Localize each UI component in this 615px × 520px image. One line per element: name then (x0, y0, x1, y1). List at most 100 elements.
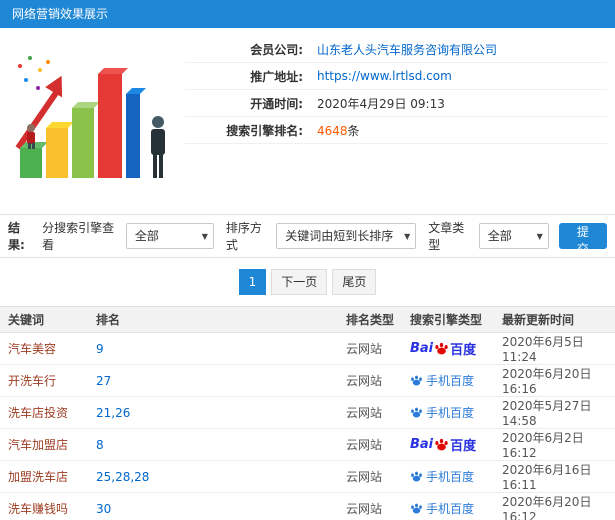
submit-button[interactable]: 提交 (558, 223, 607, 256)
table-row: 开洗车行 27 云网站 手机百度 2020年6月20日 16:16 (0, 364, 615, 397)
table-body: 汽车美容 9 云网站 Bai 百度 2020年6月5日 11:24 开洗车行 27 云网站 手机百… (0, 332, 615, 520)
update-time-cell: 2020年5月27日 14:58 (494, 396, 615, 429)
baidu-logo: Bai 百度 (410, 437, 477, 454)
keyword-cell: 汽车美容 (0, 332, 88, 365)
baidu-mobile-logo: 手机百度 (410, 500, 474, 517)
header-rank-type: 排名类型 (346, 313, 395, 327)
engine-select-value: 全部 (134, 229, 159, 243)
company-link[interactable]: 山东老人头汽车服务咨询有限公司 (317, 41, 497, 58)
sort-filter-label: 排序方式 (225, 221, 262, 252)
baidu-paw-icon (411, 407, 422, 418)
article-type-select[interactable]: 全部 ▼ (478, 223, 549, 249)
header-engine-type: 搜索引擎类型 (410, 313, 483, 327)
top-header-bar: 网络营销效果展示 (0, 0, 615, 28)
update-time-cell: 2020年6月16日 16:11 (494, 460, 615, 493)
baidu-paw-icon (435, 438, 448, 451)
type-filter-label: 文章类型 (428, 221, 465, 252)
engine-cell: Bai 百度 (402, 428, 494, 461)
info-row-url: 推广地址: https://www.lrtlsd.com (185, 63, 607, 90)
keyword-cell: 汽车加盟店 (0, 428, 88, 461)
baidu-mobile-logo: 手机百度 (410, 372, 474, 389)
engine-select[interactable]: 全部 ▼ (125, 223, 214, 249)
table-row: 汽车美容 9 云网站 Bai 百度 2020年6月5日 11:24 (0, 332, 615, 365)
baidu-mobile-logo: 手机百度 (410, 468, 474, 485)
engine-cell: 手机百度 (402, 492, 494, 520)
header-update-time: 最新更新时间 (502, 313, 575, 327)
article-type-select-value: 全部 (487, 229, 512, 243)
info-section: 会员公司: 山东老人头汽车服务咨询有限公司 推广地址: https://www.… (0, 28, 615, 186)
engine-filter-label: 分搜索引擎查看 (42, 221, 115, 252)
rank-type-cell: 云网站 (338, 332, 402, 365)
rank-cell: 25,28,28 (88, 460, 338, 493)
engine-cell: 手机百度 (402, 396, 494, 429)
rank-type-cell: 云网站 (338, 492, 402, 520)
update-time-cell: 2020年6月2日 16:12 (494, 428, 615, 461)
update-time-cell: 2020年6月20日 16:12 (494, 492, 615, 520)
rank-type-cell: 云网站 (338, 364, 402, 397)
rank-count-suffix: 条 (347, 123, 360, 138)
rank-link[interactable]: 8 (96, 438, 104, 452)
promo-url-link[interactable]: https://www.lrtlsd.com (317, 69, 452, 83)
table-row: 加盟洗车店 25,28,28 云网站 手机百度 2020年6月16日 16:11 (0, 460, 615, 493)
rank-link[interactable]: 21,26 (96, 406, 130, 420)
rank-link[interactable]: 9 (96, 342, 104, 356)
header-keyword: 关键词 (8, 313, 45, 327)
ranking-table: 关键词 排名 排名类型 搜索引擎类型 最新更新时间 汽车美容 9 云网站 Bai 百度 2… (0, 306, 615, 520)
open-time-label: 开通时间: (250, 96, 303, 111)
rank-cell: 27 (88, 364, 338, 397)
keyword-cell: 洗车店投资 (0, 396, 88, 429)
rank-link[interactable]: 25,28,28 (96, 470, 149, 484)
baidu-paw-icon (411, 503, 422, 514)
pagination: 1 下一页 尾页 (0, 258, 615, 306)
baidu-paw-icon (435, 342, 448, 355)
promo-url-label: 推广地址: (250, 69, 303, 84)
bar-chart-graphic (15, 56, 165, 178)
dropdown-arrow-icon: ▼ (404, 232, 411, 241)
baidu-paw-icon (411, 471, 422, 482)
keyword-cell: 洗车赚钱吗 (0, 492, 88, 520)
table-row: 洗车赚钱吗 30 云网站 手机百度 2020年6月20日 16:12 (0, 492, 615, 520)
sort-select[interactable]: 关键词由短到长排序 ▼ (276, 223, 417, 249)
engine-cell: Bai 百度 (402, 332, 494, 365)
sort-select-value: 关键词由短到长排序 (285, 229, 394, 243)
table-row: 汽车加盟店 8 云网站 Bai 百度 2020年6月2日 16:12 (0, 428, 615, 461)
company-label: 会员公司: (250, 42, 303, 57)
result-label: 结果: (8, 221, 25, 252)
page-last-button[interactable]: 尾页 (332, 269, 377, 295)
engine-cell: 手机百度 (402, 460, 494, 493)
update-time-cell: 2020年6月20日 16:16 (494, 364, 615, 397)
rank-link[interactable]: 27 (96, 374, 111, 388)
rank-cell: 30 (88, 492, 338, 520)
rank-count-label: 搜索引擎排名: (226, 123, 303, 138)
baidu-mobile-logo: 手机百度 (410, 404, 474, 421)
header-rank: 排名 (96, 313, 121, 327)
marketing-chart-image (0, 32, 185, 184)
keyword-cell: 开洗车行 (0, 364, 88, 397)
rank-cell: 21,26 (88, 396, 338, 429)
filter-controls: 分搜索引擎查看 全部 ▼ 排序方式 关键词由短到长排序 ▼ 文章类型 全部 ▼ … (36, 219, 607, 256)
baidu-logo: Bai 百度 (410, 341, 477, 358)
page-title: 网络营销效果展示 (12, 7, 109, 21)
dropdown-arrow-icon: ▼ (536, 232, 543, 241)
keyword-cell: 加盟洗车店 (0, 460, 88, 493)
info-row-company: 会员公司: 山东老人头汽车服务咨询有限公司 (185, 36, 607, 63)
page-current[interactable]: 1 (238, 269, 267, 295)
baidu-paw-icon (411, 375, 422, 386)
rank-count-value: 4648 (317, 123, 348, 138)
rank-cell: 8 (88, 428, 338, 461)
rank-cell: 9 (88, 332, 338, 365)
rank-type-cell: 云网站 (338, 396, 402, 429)
info-row-open-time: 开通时间: 2020年4月29日 09:13 (185, 90, 607, 117)
open-time-value: 2020年4月29日 09:13 (317, 96, 445, 111)
filter-bar: 结果: 分搜索引擎查看 全部 ▼ 排序方式 关键词由短到长排序 ▼ 文章类型 全… (0, 214, 615, 258)
info-row-rank-count: 搜索引擎排名: 4648条 (185, 117, 607, 144)
page-next-button[interactable]: 下一页 (271, 269, 328, 295)
info-rows: 会员公司: 山东老人头汽车服务咨询有限公司 推广地址: https://www.… (185, 32, 615, 184)
table-header-row: 关键词 排名 排名类型 搜索引擎类型 最新更新时间 (0, 306, 615, 333)
dropdown-arrow-icon: ▼ (201, 232, 208, 241)
rank-link[interactable]: 30 (96, 502, 111, 516)
rank-type-cell: 云网站 (338, 428, 402, 461)
rank-type-cell: 云网站 (338, 460, 402, 493)
table-row: 洗车店投资 21,26 云网站 手机百度 2020年5月27日 14:58 (0, 396, 615, 429)
engine-cell: 手机百度 (402, 364, 494, 397)
